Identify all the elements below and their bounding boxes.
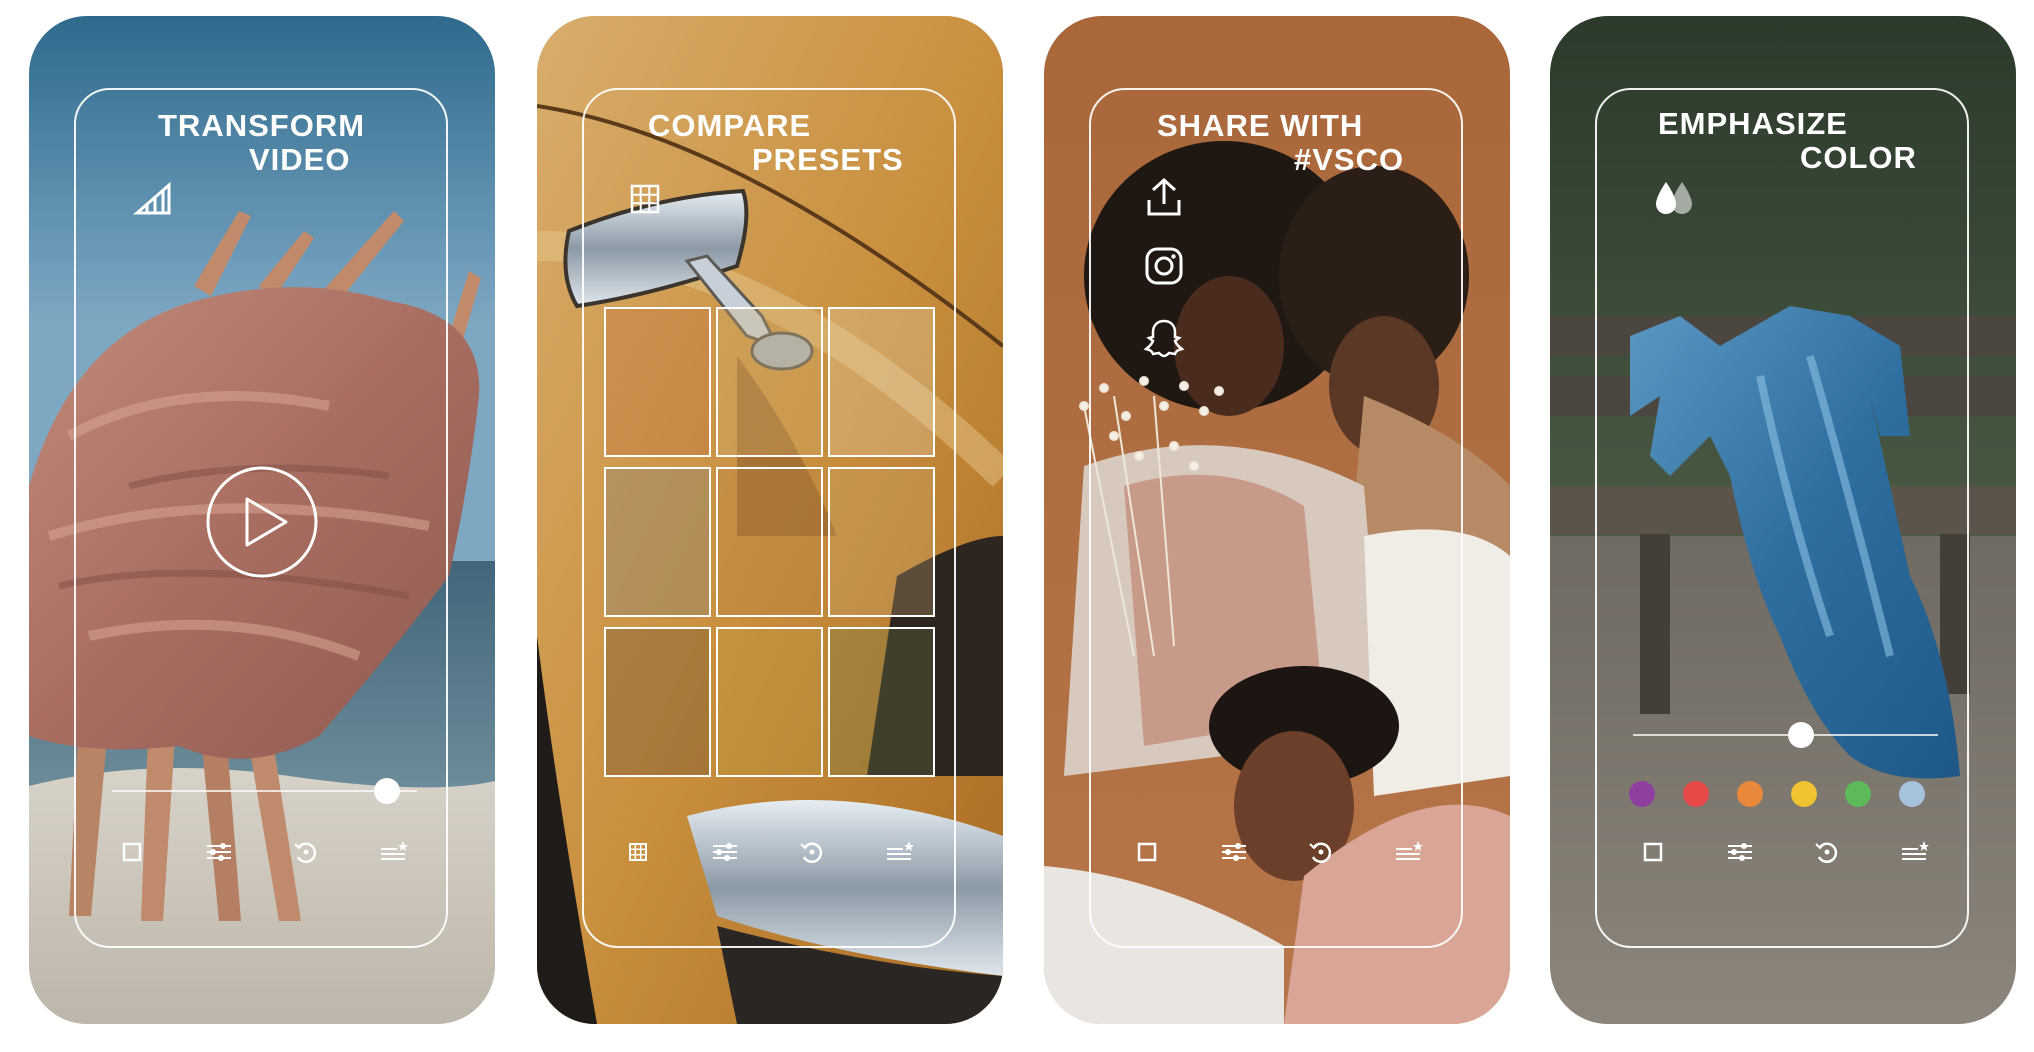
sliders-icon[interactable]	[201, 838, 237, 866]
swatch-red	[1683, 781, 1709, 807]
headline-line-1: SHARE WITH	[1157, 108, 1364, 143]
swatch-purple	[1629, 781, 1655, 807]
screen-share-with-vsco: SHARE WITH #VSCO	[1044, 16, 1510, 1024]
upload-icon[interactable]	[1144, 176, 1184, 220]
slider-knob	[1788, 722, 1814, 748]
headline-share-with-vsco: SHARE WITH #VSCO	[1044, 16, 1510, 1024]
swatch-yellow	[1791, 781, 1817, 807]
screen-transform-video: TRANSFORM VIDEO	[29, 16, 495, 1024]
video-slider[interactable]	[112, 776, 417, 806]
presets-icon[interactable]	[1896, 838, 1932, 866]
sliders-icon[interactable]	[1722, 838, 1758, 866]
preset-tile	[604, 307, 935, 777]
headline-line-2: COLOR	[1800, 140, 1917, 175]
sliders-icon[interactable]	[1216, 838, 1252, 866]
snapchat-icon[interactable]	[1142, 316, 1186, 360]
headline-line-2: PRESETS	[752, 142, 904, 177]
swatch-green	[1845, 781, 1871, 807]
color-swatches[interactable]	[1626, 778, 1946, 810]
presets-icon[interactable]	[881, 838, 917, 866]
screen-emphasize-color: EMPHASIZE COLOR	[1550, 16, 2016, 1024]
square-icon[interactable]	[1129, 838, 1165, 866]
headline-emphasize-color: EMPHASIZE COLOR	[1550, 16, 2016, 1024]
square-icon[interactable]	[114, 838, 150, 866]
grid-icon	[630, 184, 660, 214]
swatch-orange	[1737, 781, 1763, 807]
swatch-blue	[1899, 781, 1925, 807]
history-icon[interactable]	[794, 838, 830, 866]
headline-line-2: VIDEO	[249, 142, 351, 177]
presets-icon[interactable]	[1390, 838, 1426, 866]
sliders-icon[interactable]	[707, 838, 743, 866]
screen-compare-presets: COMPARE PRESETS	[537, 16, 1003, 1024]
signal-bars-icon	[133, 181, 171, 215]
headline-line-2: #VSCO	[1294, 142, 1405, 177]
grid-icon[interactable]	[620, 838, 656, 866]
color-slider[interactable]	[1633, 720, 1938, 750]
history-icon[interactable]	[288, 838, 324, 866]
history-icon[interactable]	[1303, 838, 1339, 866]
headline-line-1: COMPARE	[648, 108, 812, 143]
app-store-screenshots: TRANSFORM VIDEO COMPARE PRESETS SHARE WI…	[0, 0, 2034, 1052]
headline-line-1: TRANSFORM	[158, 108, 366, 143]
square-icon[interactable]	[1635, 838, 1671, 866]
slider-knob	[374, 778, 400, 804]
presets-icon[interactable]	[375, 838, 411, 866]
preset-compare-grid	[604, 307, 935, 777]
instagram-icon[interactable]	[1144, 246, 1184, 286]
play-icon[interactable]	[204, 464, 320, 580]
history-icon[interactable]	[1809, 838, 1845, 866]
droplets-icon	[1656, 182, 1692, 214]
headline-line-1: EMPHASIZE	[1658, 106, 1848, 141]
